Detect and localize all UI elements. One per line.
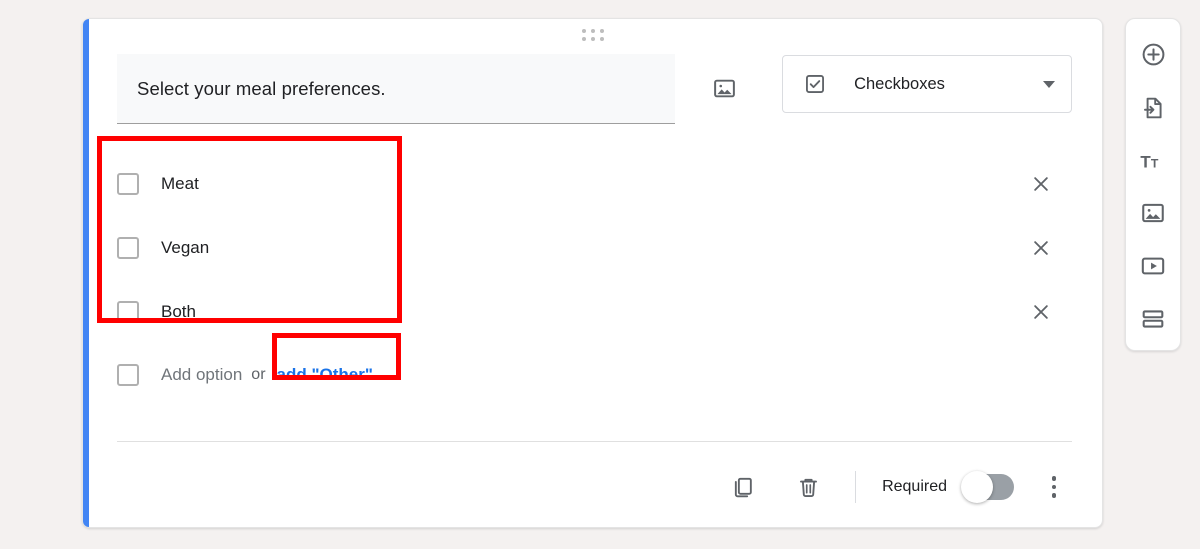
footer-divider [117,441,1072,442]
checkbox-icon [806,75,825,93]
close-icon [1034,177,1048,191]
section-icon [1142,310,1164,328]
card-accent-bar [83,19,89,527]
option-label: Vegan [161,238,210,257]
svg-text:T: T [1151,156,1159,170]
duplicate-icon [734,477,752,497]
add-other-link[interactable]: add "Other" [277,365,373,385]
question-header: Select your meal preferences. Checkboxes [117,54,1072,132]
options-list: Meat Vegan Both [117,152,1072,344]
question-title-input[interactable]: Select your meal preferences. [117,54,676,124]
option-row[interactable]: Both [117,280,1072,344]
add-option-row: Add option or add "Other" [117,344,373,406]
question-type-value: Checkboxes [854,74,945,93]
trash-icon [799,478,817,497]
sidebar-item-add-image[interactable] [1131,191,1175,235]
close-icon [1034,305,1048,319]
remove-option-button[interactable] [1024,295,1058,329]
option-checkbox[interactable] [117,237,139,259]
question-card[interactable]: Select your meal preferences. Checkboxes [82,18,1103,528]
page-root: Select your meal preferences. Checkboxes [0,0,1200,549]
import-file-icon [1144,97,1162,119]
required-toggle[interactable] [961,471,1014,503]
sidebar-item-add-title-and-description[interactable]: T T [1131,139,1175,183]
plus-circle-icon [1142,43,1164,66]
add-image-to-question-button[interactable] [702,65,747,111]
remove-option-button[interactable] [1024,167,1058,201]
delete-question-button[interactable] [787,466,829,508]
question-title-text: Select your meal preferences. [137,77,386,99]
option-label: Meat [161,174,199,193]
sidebar-item-import-questions[interactable] [1131,86,1175,130]
required-toggle-knob [961,471,993,503]
required-label: Required [882,478,947,495]
more-options-button[interactable] [1036,469,1072,505]
sidebar-item-add-video[interactable] [1131,244,1175,288]
drag-dots-icon[interactable] [581,29,604,43]
svg-text:T: T [1140,152,1151,171]
option-row[interactable]: Meat [117,152,1072,216]
add-option-button[interactable]: Add option [161,365,242,385]
close-icon [1034,241,1048,255]
add-option-or-text: or [251,366,266,383]
question-type-select[interactable]: Checkboxes [782,55,1072,113]
image-icon [1142,204,1164,223]
sidebar-item-add-section[interactable] [1131,297,1175,341]
footer-separator [855,471,857,503]
video-icon [1141,257,1165,275]
remove-option-button[interactable] [1024,231,1058,265]
option-row[interactable]: Vegan [117,216,1072,280]
duplicate-question-button[interactable] [721,466,763,508]
question-footer: Required [117,459,1072,515]
option-checkbox[interactable] [117,301,139,323]
editor-toolbar-sidebar: T T [1125,18,1181,351]
add-option-checkbox [117,364,139,386]
chevron-down-icon[interactable] [1043,80,1055,88]
option-checkbox[interactable] [117,173,139,195]
image-icon [714,79,736,97]
title-text-icon: T T [1140,152,1159,171]
sidebar-item-add-question[interactable] [1131,33,1175,77]
option-label: Both [161,302,196,321]
